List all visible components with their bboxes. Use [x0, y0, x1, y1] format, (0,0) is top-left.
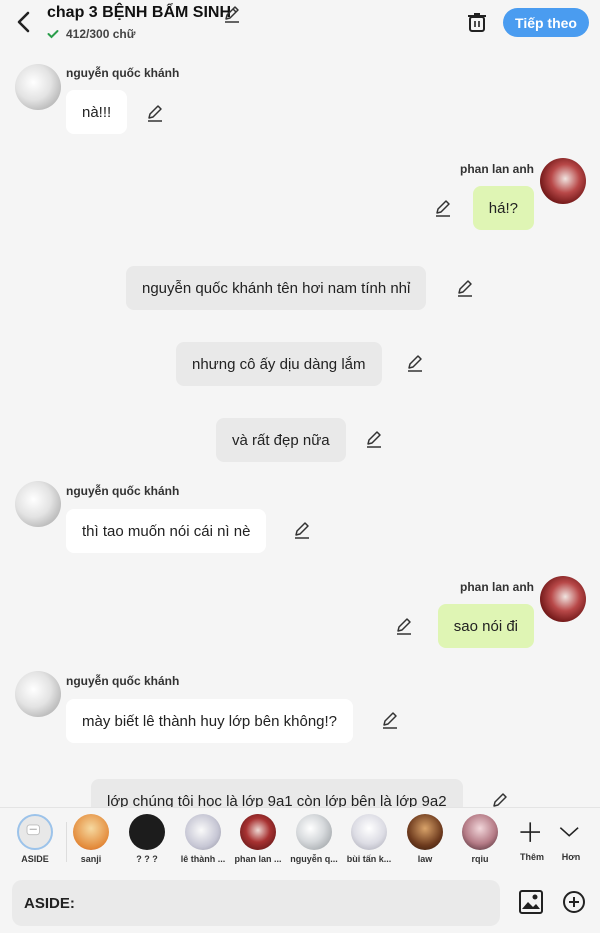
- message-input[interactable]: [12, 880, 500, 926]
- speaker-name: nguyễn quốc khánh: [66, 66, 180, 80]
- speaker-name: nguyễn quốc khánh: [66, 674, 180, 688]
- message-bubble[interactable]: há!?: [472, 186, 534, 230]
- chapter-title: chap 3 BỆNH BẨM SINH: [47, 4, 232, 21]
- character-aside[interactable]: ASIDE: [7, 814, 63, 872]
- narration-bubble[interactable]: nguyễn quốc khánh tên hơi nam tính nhỉ: [126, 266, 427, 310]
- avatar[interactable]: [540, 576, 586, 622]
- character-item[interactable]: rqiu: [452, 814, 508, 872]
- next-button[interactable]: Tiếp theo: [503, 8, 589, 37]
- edit-title-icon[interactable]: [222, 4, 242, 24]
- character-label: lê thành ...: [180, 854, 226, 864]
- avatar[interactable]: [15, 64, 61, 110]
- more-button[interactable]: Hơn: [543, 814, 599, 872]
- character-label: phan lan ...: [234, 854, 282, 864]
- word-count: 412/300 chữ: [47, 26, 135, 42]
- character-item[interactable]: lê thành ...: [175, 814, 231, 872]
- character-item[interactable]: nguyễn q...: [286, 814, 342, 872]
- character-label: ? ? ?: [136, 854, 158, 864]
- message-bubble[interactable]: thì tao muốn nói cái nì nè: [66, 509, 267, 553]
- message-bubble[interactable]: nà!!!: [66, 90, 128, 134]
- edit-message-icon[interactable]: [455, 278, 475, 298]
- avatar: [240, 814, 276, 850]
- avatar: [129, 814, 165, 850]
- speaker-name: phan lan anh: [459, 162, 534, 176]
- image-icon[interactable]: [518, 889, 544, 915]
- narration-bubble[interactable]: lớp chúng tôi học là lớp 9a1 còn lớp bên…: [91, 779, 463, 807]
- character-label: rqiu: [471, 854, 489, 864]
- message-bubble[interactable]: sao nói đi: [437, 604, 534, 648]
- avatar: [17, 814, 53, 850]
- character-selector: ASIDE sanji ? ? ? lê thành ... phan lan …: [0, 807, 600, 873]
- edit-message-icon[interactable]: [292, 520, 312, 540]
- avatar: [185, 814, 221, 850]
- character-label: nguyễn q...: [290, 854, 338, 864]
- avatar: [73, 814, 109, 850]
- edit-message-icon[interactable]: [145, 103, 165, 123]
- character-label: bùi tấn k...: [346, 854, 392, 864]
- chevron-down-icon: [559, 827, 579, 837]
- chat-area[interactable]: nguyễn quốc khánh nà!!! phan lan anh há!…: [0, 46, 600, 807]
- edit-message-icon[interactable]: [405, 353, 425, 373]
- character-item[interactable]: ? ? ?: [119, 814, 175, 872]
- avatar[interactable]: [15, 481, 61, 527]
- narration-bubble[interactable]: và rất đẹp nữa: [216, 418, 346, 462]
- word-count-text: 412/300 chữ: [66, 27, 136, 41]
- narration-bubble[interactable]: nhưng cô ấy dịu dàng lắm: [176, 342, 382, 386]
- edit-message-icon[interactable]: [490, 791, 510, 807]
- avatar: [296, 814, 332, 850]
- character-item[interactable]: phan lan ...: [230, 814, 286, 872]
- edit-message-icon[interactable]: [394, 616, 414, 636]
- character-item[interactable]: law: [397, 814, 453, 872]
- back-arrow-icon[interactable]: [12, 8, 36, 36]
- add-circle-icon[interactable]: [562, 890, 586, 914]
- speaker-name: nguyễn quốc khánh: [66, 484, 180, 498]
- avatar: [462, 814, 498, 850]
- composer: [0, 873, 600, 933]
- character-label: law: [417, 854, 433, 864]
- character-item[interactable]: bùi tấn k...: [341, 814, 397, 872]
- avatar: [351, 814, 387, 850]
- top-bar: chap 3 BỆNH BẨM SINH 412/300 chữ Tiếp th…: [0, 0, 600, 46]
- check-icon: [47, 30, 59, 39]
- character-label: ASIDE: [21, 854, 49, 864]
- edit-message-icon[interactable]: [433, 198, 453, 218]
- character-label: sanji: [80, 854, 102, 864]
- edit-message-icon[interactable]: [380, 710, 400, 730]
- trash-icon[interactable]: [466, 11, 488, 33]
- character-item[interactable]: sanji: [63, 814, 119, 872]
- more-label: Hơn: [561, 852, 581, 862]
- avatar: [407, 814, 443, 850]
- avatar[interactable]: [15, 671, 61, 717]
- message-bubble[interactable]: mày biết lê thành huy lớp bên không!?: [66, 699, 354, 743]
- avatar[interactable]: [540, 158, 586, 204]
- edit-message-icon[interactable]: [364, 429, 384, 449]
- speaker-name: phan lan anh: [459, 580, 534, 594]
- chat-bubble-icon: [26, 824, 40, 836]
